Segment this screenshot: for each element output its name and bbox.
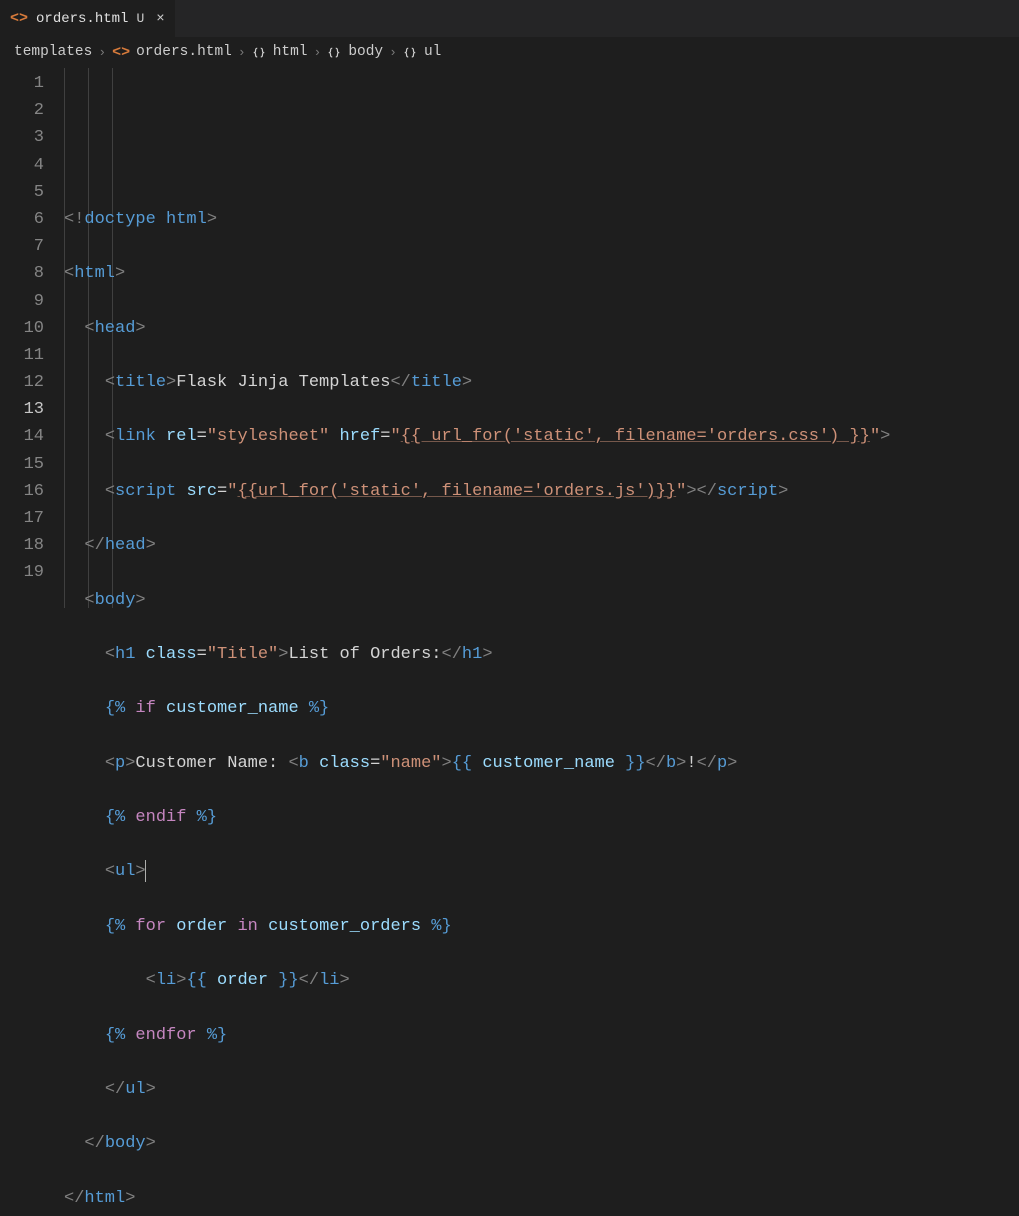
symbol-icon — [403, 46, 417, 60]
breadcrumb-item[interactable]: orders.html — [136, 41, 232, 64]
code-line[interactable]: <title>Flask Jinja Templates</title> — [64, 369, 1019, 396]
line-number: 7 — [0, 233, 44, 260]
line-number: 6 — [0, 206, 44, 233]
line-number: 11 — [0, 342, 44, 369]
line-number: 2 — [0, 97, 44, 124]
breadcrumb-item[interactable]: ul — [424, 41, 441, 64]
code-area[interactable]: <!doctype html> <html> <head> <title>Fla… — [64, 68, 1019, 608]
code-line[interactable]: </ul> — [64, 1076, 1019, 1103]
code-line[interactable]: <script src="{{url_for('static', filenam… — [64, 478, 1019, 505]
breadcrumb-item[interactable]: templates — [14, 41, 92, 64]
line-number: 10 — [0, 315, 44, 342]
tab-filename: orders.html — [36, 8, 128, 30]
code-line[interactable]: <h1 class="Title">List of Orders:</h1> — [64, 641, 1019, 668]
code-line[interactable]: <body> — [64, 587, 1019, 614]
chevron-right-icon: › — [314, 43, 322, 64]
line-number: 18 — [0, 532, 44, 559]
line-number: 3 — [0, 124, 44, 151]
code-line[interactable]: <li>{{ order }}</li> — [64, 967, 1019, 994]
code-line[interactable]: {% for order in customer_orders %} — [64, 913, 1019, 940]
code-line[interactable]: <!doctype html> — [64, 206, 1019, 233]
line-number: 5 — [0, 179, 44, 206]
editor[interactable]: 12345678910111213141516171819 <!doctype … — [0, 68, 1019, 608]
chevron-right-icon: › — [238, 43, 246, 64]
line-number: 4 — [0, 152, 44, 179]
code-line[interactable]: <link rel="stylesheet" href="{{ url_for(… — [64, 423, 1019, 450]
code-icon: <> — [112, 41, 130, 65]
line-number: 19 — [0, 559, 44, 586]
code-line[interactable]: <head> — [64, 315, 1019, 342]
tab-orders-html[interactable]: <> orders.html U × — [0, 0, 175, 37]
symbol-icon — [252, 46, 266, 60]
code-line[interactable]: </head> — [64, 532, 1019, 559]
code-icon: <> — [10, 7, 28, 31]
line-number: 16 — [0, 478, 44, 505]
code-line[interactable]: </body> — [64, 1130, 1019, 1157]
breadcrumb-item[interactable]: body — [348, 41, 383, 64]
code-line[interactable]: </html> — [64, 1185, 1019, 1212]
code-line[interactable]: {% if customer_name %} — [64, 695, 1019, 722]
code-line[interactable]: <ul> — [64, 858, 1019, 885]
line-number: 14 — [0, 423, 44, 450]
line-number: 12 — [0, 369, 44, 396]
chevron-right-icon: › — [389, 43, 397, 64]
line-number: 17 — [0, 505, 44, 532]
chevron-right-icon: › — [98, 43, 106, 64]
breadcrumb[interactable]: templates › <> orders.html › html › body… — [0, 38, 1019, 68]
line-number: 1 — [0, 70, 44, 97]
close-icon[interactable]: × — [156, 8, 164, 30]
line-number: 15 — [0, 451, 44, 478]
code-line[interactable]: <html> — [64, 260, 1019, 287]
line-number: 8 — [0, 260, 44, 287]
tab-bar: <> orders.html U × — [0, 0, 1019, 38]
line-number-gutter: 12345678910111213141516171819 — [0, 68, 64, 608]
symbol-icon — [327, 46, 341, 60]
code-line[interactable]: {% endfor %} — [64, 1022, 1019, 1049]
breadcrumb-item[interactable]: html — [273, 41, 308, 64]
code-line[interactable]: {% endif %} — [64, 804, 1019, 831]
line-number: 9 — [0, 288, 44, 315]
code-line[interactable]: <p>Customer Name: <b class="name">{{ cus… — [64, 750, 1019, 777]
tab-modified-indicator: U — [136, 9, 144, 30]
text-cursor — [145, 860, 146, 882]
line-number: 13 — [0, 396, 44, 423]
